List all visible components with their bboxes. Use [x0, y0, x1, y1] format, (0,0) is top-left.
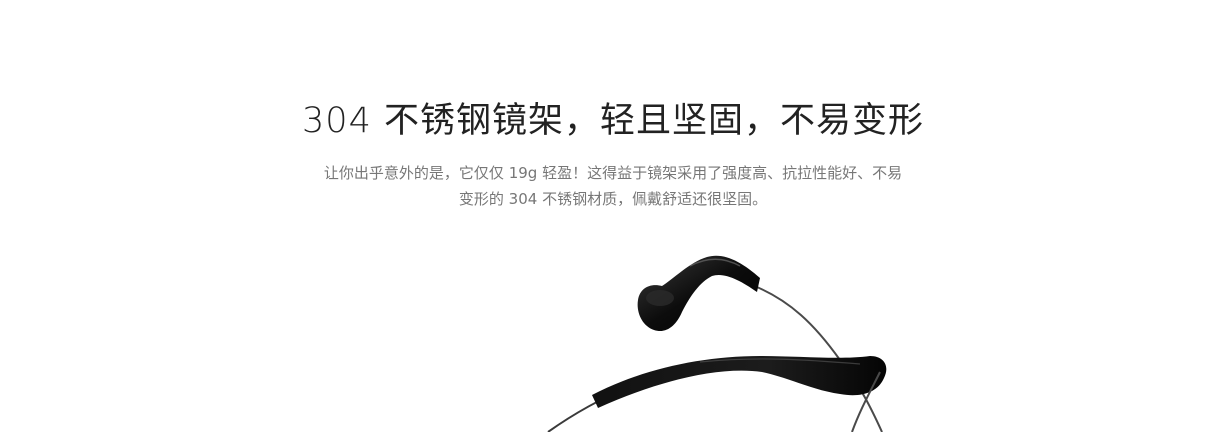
- feature-section: 304 不锈钢镜架，轻且坚固，不易变形 让你出乎意外的是，它仅仅 19g 轻盈！…: [0, 0, 1226, 432]
- lower-ear-tip: [592, 356, 887, 408]
- glasses-frame-image: [547, 255, 887, 432]
